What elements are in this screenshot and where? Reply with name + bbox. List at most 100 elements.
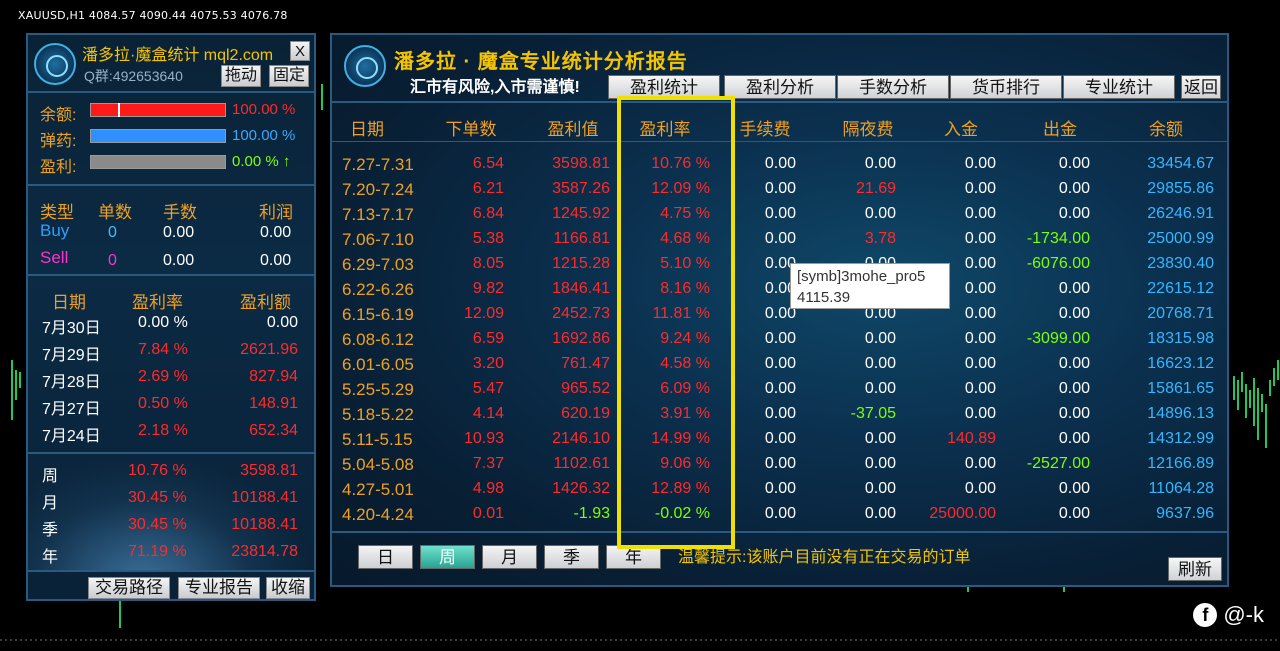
daily-amount: 0.00: [266, 314, 298, 331]
qq-group-label: Q群:492653640: [84, 68, 183, 84]
profit-label: 盈利:: [40, 159, 77, 176]
table-cell: 1102.61: [553, 455, 610, 472]
table-cell: 0.00: [864, 455, 896, 472]
close-button[interactable]: X: [290, 41, 310, 61]
table-cell: 33454.67: [1147, 155, 1214, 172]
table-cell: 9637.96: [1156, 505, 1214, 522]
col-header: 入金: [944, 120, 978, 139]
trade-path-button[interactable]: 交易路径: [88, 577, 170, 599]
balance-bar-fill: [91, 104, 225, 116]
mini-panel-footer: 交易路径 专业报告 收缩: [28, 570, 314, 600]
table-cell: 0.00: [764, 380, 796, 397]
period-amount: 3598.81: [240, 462, 298, 479]
table-cell: 0.00: [1058, 280, 1090, 297]
table-cell: 6.15-6.19: [342, 305, 414, 324]
col-header: 隔夜费: [842, 120, 894, 139]
table-cell: -6076.00: [1026, 255, 1090, 272]
table-cell: -37.05: [850, 405, 896, 422]
period-label: 季: [42, 522, 59, 539]
tab-profit-analysis[interactable]: 盈利分析: [724, 75, 836, 99]
back-button[interactable]: 返回: [1181, 75, 1221, 99]
period-amount: 23814.78: [231, 543, 298, 560]
report-logo-icon: [344, 45, 386, 87]
period-button[interactable]: 月: [482, 545, 537, 569]
table-cell: 4.98: [472, 480, 504, 497]
table-cell: 12.09: [463, 305, 504, 322]
table-cell: 2452.73: [552, 305, 610, 322]
table-cell: 0.00: [964, 205, 996, 222]
table-cell: 0.00: [764, 355, 796, 372]
report-panel: 潘多拉 · 魔盒专业统计分析报告 汇市有风险,入市需谨慎! 盈利统计 盈利分析 …: [330, 33, 1229, 587]
table-cell: 0.00: [964, 155, 996, 172]
daily-profit-section: 日期 盈利率 盈利额 7月30日 0.00 % 0.00 7月29日 7.84 % 262…: [28, 274, 314, 452]
table-cell: 0.00: [764, 505, 796, 522]
table-cell: 0.00: [964, 180, 996, 197]
ammo-bar: [90, 129, 226, 143]
table-cell: 12166.89: [1147, 455, 1214, 472]
tab-pro-stats[interactable]: 专业统计: [1063, 75, 1175, 99]
watermark-handle: @-k: [1223, 602, 1264, 627]
table-cell: 6.21: [472, 180, 504, 197]
tab-lots-analysis[interactable]: 手数分析: [837, 75, 949, 99]
table-cell: 4.14: [472, 405, 504, 422]
daily-date: 7月28日: [42, 374, 101, 391]
table-cell: 0.00: [1058, 480, 1090, 497]
period-button[interactable]: 日: [358, 545, 413, 569]
table-cell: 0.00: [964, 455, 996, 472]
daily-rate: 0.50 %: [138, 395, 188, 412]
period-amount: 10188.41: [231, 516, 298, 533]
table-cell: 6.08-6.12: [342, 330, 414, 349]
table-cell: 1245.92: [552, 205, 610, 222]
daily-rate: 2.69 %: [138, 368, 188, 385]
table-cell: 620.19: [561, 405, 610, 422]
table-cell: 0.00: [964, 280, 996, 297]
table-cell: -1734.00: [1026, 230, 1090, 247]
table-cell: 7.06-7.10: [342, 230, 414, 249]
period-button[interactable]: 周: [420, 545, 475, 569]
table-cell: 23830.40: [1147, 255, 1214, 272]
table-cell: -1.93: [573, 505, 610, 522]
table-cell: 15861.65: [1147, 380, 1214, 397]
daily-header-date: 日期: [52, 293, 86, 312]
table-cell: 761.47: [561, 355, 610, 372]
table-cell: 0.00: [764, 480, 796, 497]
daily-rate: 2.18 %: [138, 422, 188, 439]
pos-header-lots: 手数: [163, 203, 197, 222]
col-header: 盈利值: [547, 120, 599, 139]
tooltip-symbol: [symb]3mohe_pro5: [797, 268, 926, 285]
table-cell: 0.00: [764, 180, 796, 197]
table-cell: 2146.10: [552, 430, 610, 447]
pro-report-button[interactable]: 专业报告: [178, 577, 260, 599]
table-cell: -3099.00: [1026, 330, 1090, 347]
table-cell: 0.00: [1058, 505, 1090, 522]
table-cell: 6.54: [472, 155, 504, 172]
table-cell: 0.00: [764, 455, 796, 472]
table-cell: 3587.26: [552, 180, 610, 197]
table-cell: 5.38: [472, 230, 504, 247]
refresh-button[interactable]: 刷新: [1168, 557, 1222, 581]
table-cell: 0.00: [1058, 405, 1090, 422]
table-cell: 14896.13: [1147, 405, 1214, 422]
collapse-button[interactable]: 收缩: [266, 577, 310, 599]
risk-warning: 汇市有风险,入市需谨慎!: [410, 79, 580, 96]
table-cell: 3.78: [864, 230, 896, 247]
pandora-logo-icon: [34, 43, 76, 85]
drag-button[interactable]: 拖动: [221, 65, 261, 87]
watermark: f @-k: [1193, 602, 1264, 628]
daily-date: 7月30日: [42, 320, 101, 337]
daily-date: 7月24日: [42, 428, 101, 445]
profit-percent: 0.00 % ↑: [232, 153, 291, 170]
period-button[interactable]: 季: [544, 545, 599, 569]
table-cell: 0.00: [1058, 205, 1090, 222]
tab-currency-ranking[interactable]: 货币排行: [950, 75, 1062, 99]
period-label: 月: [42, 495, 59, 512]
balance-percent: 100.00 %: [232, 101, 296, 118]
sell-lots: 0.00: [163, 252, 195, 269]
table-cell: 3.20: [472, 355, 504, 372]
buy-profit: 0.00: [260, 224, 292, 241]
col-header: 手续费: [739, 120, 791, 139]
table-cell: 26246.91: [1147, 205, 1214, 222]
pin-button[interactable]: 固定: [269, 65, 309, 87]
table-cell: 0.00: [764, 405, 796, 422]
table-cell: 4.27-5.01: [342, 480, 414, 499]
